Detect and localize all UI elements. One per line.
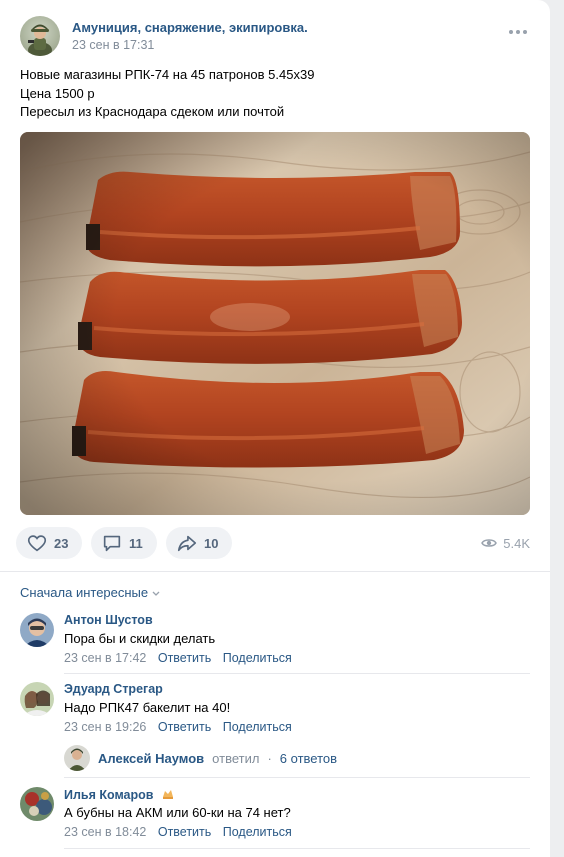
chevron-down-icon bbox=[152, 591, 160, 596]
reply-separator: · bbox=[267, 750, 272, 766]
share-link[interactable]: Поделиться bbox=[223, 720, 292, 734]
post-header: Амуниция, снаряжение, экипировка. 23 сен… bbox=[20, 14, 530, 58]
reply-author-avatar[interactable] bbox=[64, 745, 90, 771]
heart-icon bbox=[27, 535, 47, 552]
soldier-avatar-icon bbox=[64, 745, 90, 771]
post-text-line: Новые магазины РПК-74 на 45 патронов 5.4… bbox=[20, 67, 315, 82]
share-count: 10 bbox=[204, 535, 219, 551]
comment-item: Антон Шустов Пора бы и скидки делать 23 … bbox=[20, 613, 530, 673]
comment-text: Пора бы и скидки делать bbox=[64, 631, 216, 646]
comment-item: Илья Комаров А бубны на АКМ или 60-ки на… bbox=[20, 787, 530, 843]
comment-count: 11 bbox=[129, 535, 143, 551]
comment-author[interactable]: Эдуард Стрегар bbox=[64, 682, 163, 696]
reply-author[interactable]: Алексей Наумов bbox=[98, 751, 204, 766]
share-link[interactable]: Поделиться bbox=[223, 825, 292, 839]
user-photo-avatar bbox=[20, 682, 54, 716]
group-avatar[interactable] bbox=[20, 16, 60, 56]
share-button[interactable]: 10 bbox=[166, 527, 232, 559]
comment-text: А бубны на АКМ или 60-ки на 74 нет? bbox=[64, 805, 291, 820]
post-actions: 23 11 10 5.4K bbox=[16, 527, 534, 559]
magazines-photo-image bbox=[20, 132, 530, 515]
comment-bubble-icon bbox=[103, 535, 121, 552]
comment-author-name[interactable]: Илья Комаров bbox=[64, 788, 153, 802]
comment-button[interactable]: 11 bbox=[91, 527, 157, 559]
comment-divider bbox=[64, 777, 530, 778]
comment-time[interactable]: 23 сен в 17:42 bbox=[64, 651, 146, 665]
comment-text: Надо РПК47 бакелит на 40! bbox=[64, 700, 231, 715]
reply-link[interactable]: Ответить bbox=[158, 720, 211, 734]
comment-author: Илья Комаров bbox=[64, 787, 175, 802]
comment-meta: 23 сен в 19:26 Ответить Поделиться bbox=[64, 720, 292, 734]
eye-icon bbox=[481, 539, 498, 547]
group-name[interactable]: Амуниция, снаряжение, экипировка. bbox=[72, 20, 308, 35]
post-time[interactable]: 23 сен в 17:31 bbox=[72, 38, 154, 52]
share-arrow-icon bbox=[177, 535, 197, 552]
reply-link[interactable]: Ответить bbox=[158, 825, 211, 839]
post-text-line: Цена 1500 р bbox=[20, 85, 95, 101]
replies-count-link[interactable]: 6 ответов bbox=[280, 751, 337, 766]
comment-divider bbox=[64, 848, 530, 849]
comment-meta: 23 сен в 18:42 Ответить Поделиться bbox=[64, 825, 292, 839]
comment-item: Эдуард Стрегар Надо РПК47 бакелит на 40!… bbox=[20, 682, 530, 736]
user-photo-avatar bbox=[20, 613, 54, 647]
share-link[interactable]: Поделиться bbox=[223, 651, 292, 665]
user-photo-avatar bbox=[20, 787, 54, 821]
comment-avatar[interactable] bbox=[20, 787, 54, 821]
reply-verb: ответил bbox=[212, 750, 260, 766]
reply-thread[interactable]: Алексей Наумов ответил · 6 ответов bbox=[64, 745, 337, 771]
reply-link[interactable]: Ответить bbox=[158, 651, 211, 665]
views-counter: 5.4K bbox=[481, 535, 530, 551]
more-options-button[interactable] bbox=[506, 24, 530, 40]
comment-divider bbox=[64, 673, 530, 674]
post-text: Новые магазины РПК-74 на 45 патронов 5.4… bbox=[20, 66, 530, 122]
soldier-avatar-icon bbox=[28, 24, 52, 56]
like-button[interactable]: 23 bbox=[16, 527, 82, 559]
views-count: 5.4K bbox=[503, 535, 530, 551]
divider bbox=[0, 571, 550, 572]
like-count: 23 bbox=[54, 535, 69, 551]
comment-meta: 23 сен в 17:42 Ответить Поделиться bbox=[64, 651, 292, 665]
comments-sort-dropdown[interactable]: Сначала интересные bbox=[20, 585, 161, 600]
post-text-line: Пересыл из Краснодара сдеком или почтой bbox=[20, 104, 285, 119]
donut-badge-icon bbox=[162, 790, 173, 799]
comment-time[interactable]: 23 сен в 19:26 bbox=[64, 720, 146, 734]
sort-label: Сначала интересные bbox=[20, 585, 149, 600]
post-photo[interactable] bbox=[20, 132, 530, 515]
comment-avatar[interactable] bbox=[20, 613, 54, 647]
comment-avatar[interactable] bbox=[20, 682, 54, 716]
comment-time[interactable]: 23 сен в 18:42 bbox=[64, 825, 146, 839]
comment-author[interactable]: Антон Шустов bbox=[64, 613, 153, 627]
post-card: Амуниция, снаряжение, экипировка. 23 сен… bbox=[0, 0, 550, 857]
more-dots-icon bbox=[509, 30, 513, 34]
